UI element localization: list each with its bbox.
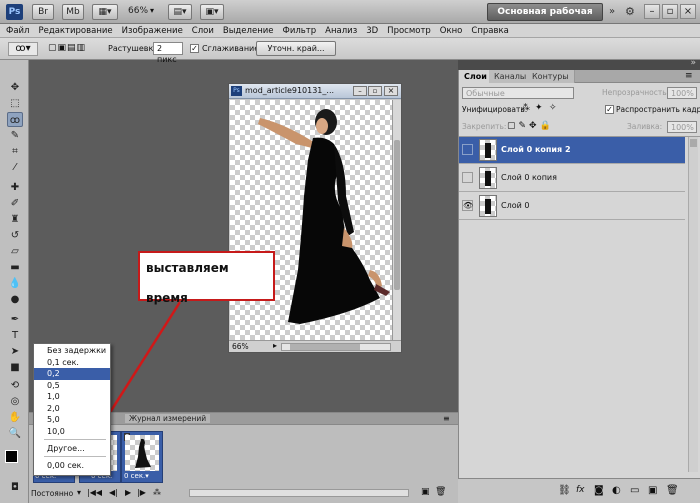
layer-row[interactable]: Слой 0 копия	[459, 165, 685, 192]
unify-label: Унифицировать:	[462, 105, 528, 114]
layer-name[interactable]: Слой 0	[501, 201, 529, 210]
tab-channels[interactable]: Каналы	[489, 70, 533, 83]
play-icon[interactable]: ▶	[125, 488, 131, 497]
layer-thumbnail	[479, 139, 497, 161]
group-icon[interactable]: ▭	[630, 485, 639, 496]
delay-option[interactable]: 0,1 сек.	[34, 357, 110, 369]
delay-option[interactable]: 1,0	[34, 391, 110, 403]
opacity-label: Непрозрачность:	[602, 88, 670, 97]
tab-measurement-log[interactable]: Журнал измерений	[125, 414, 211, 423]
layer-thumbnail	[479, 167, 497, 189]
previous-frame-icon[interactable]: ◀|	[109, 488, 118, 497]
layers-footer: ⛓ fx ◙ ◐ ▭ ▣ 🗑	[458, 478, 700, 503]
layer-row[interactable]: 👁 Слой 0	[459, 193, 685, 220]
layers-panel: Слои Каналы Контуры ≡ Обычные Непрозрачн…	[458, 70, 700, 478]
tab-paths[interactable]: Контуры	[527, 70, 575, 83]
visibility-toggle-icon[interactable]	[462, 172, 473, 183]
layers-scrollbar[interactable]	[688, 137, 698, 472]
fill-label: Заливка:	[627, 122, 663, 131]
loop-dropdown-icon[interactable]: ▾	[77, 488, 81, 497]
unify-visibility-icon[interactable]: ✦	[535, 103, 543, 113]
link-layers-icon[interactable]: ⛓	[558, 485, 571, 496]
animation-frame[interactable]: 3 0 сек.▾	[121, 431, 163, 483]
tween-icon[interactable]: ⁂	[153, 488, 161, 497]
propagate-frame-label: Распространить кадр 1	[616, 105, 700, 114]
visibility-toggle-icon[interactable]	[462, 144, 473, 155]
eye-icon[interactable]: 👁	[462, 200, 473, 211]
first-frame-icon[interactable]: |◀◀	[87, 488, 102, 497]
layer-name[interactable]: Слой 0 копия	[501, 173, 557, 182]
anim-scrollbar[interactable]	[189, 489, 409, 497]
frame-delay-menu: Без задержки 0,1 сек. 0,2 0,5 1,0 2,0 5,…	[33, 343, 111, 476]
lock-label: Закрепить:	[462, 122, 507, 131]
propagate-frame-checkbox[interactable]: ✓	[605, 105, 614, 114]
loop-options-select[interactable]: Постоянно	[31, 489, 73, 498]
delay-option-other[interactable]: Другое...	[34, 443, 110, 455]
next-frame-icon[interactable]: |▶	[137, 488, 146, 497]
blend-mode-select[interactable]: Обычные	[462, 87, 574, 99]
unify-style-icon[interactable]: ✧	[549, 103, 557, 113]
delay-option[interactable]: 5,0	[34, 414, 110, 426]
tab-layers[interactable]: Слои	[459, 70, 493, 83]
adjustment-layer-icon[interactable]: ◐	[612, 485, 621, 496]
frame-thumbnail-figure	[135, 438, 151, 468]
new-layer-icon[interactable]: ▣	[648, 485, 657, 496]
unify-position-icon[interactable]: ⁂	[521, 103, 530, 113]
fill-input[interactable]: 100%	[667, 121, 697, 133]
layer-mask-icon[interactable]: ◙	[594, 485, 604, 496]
panel-menu-icon[interactable]: ≡	[443, 414, 450, 423]
trash-icon[interactable]: 🗑	[666, 485, 679, 496]
delay-option[interactable]: 10,0	[34, 426, 110, 438]
new-frame-icon[interactable]: ▣	[421, 487, 430, 497]
lock-icons[interactable]: ▢✎✥🔒	[507, 121, 554, 131]
delay-option[interactable]: Без задержки	[34, 345, 110, 357]
delay-current-value: 0,00 сек.	[47, 461, 85, 470]
delete-frame-icon[interactable]: 🗑	[435, 487, 446, 497]
layer-name[interactable]: Слой 0 копия 2	[501, 145, 571, 154]
frame-delay[interactable]: 0 сек.▾	[124, 472, 149, 480]
layer-row[interactable]: Слой 0 копия 2	[459, 137, 685, 164]
panel-collapse-strip[interactable]: »	[458, 58, 700, 70]
layer-thumbnail	[479, 195, 497, 217]
delay-option[interactable]: 2,0	[34, 403, 110, 415]
delay-option[interactable]: 0,2	[34, 368, 110, 380]
panel-menu-icon[interactable]: ≡	[685, 71, 693, 81]
layer-style-icon[interactable]: fx	[576, 485, 585, 495]
opacity-input[interactable]: 100%	[667, 87, 697, 99]
delay-option[interactable]: 0,5	[34, 380, 110, 392]
